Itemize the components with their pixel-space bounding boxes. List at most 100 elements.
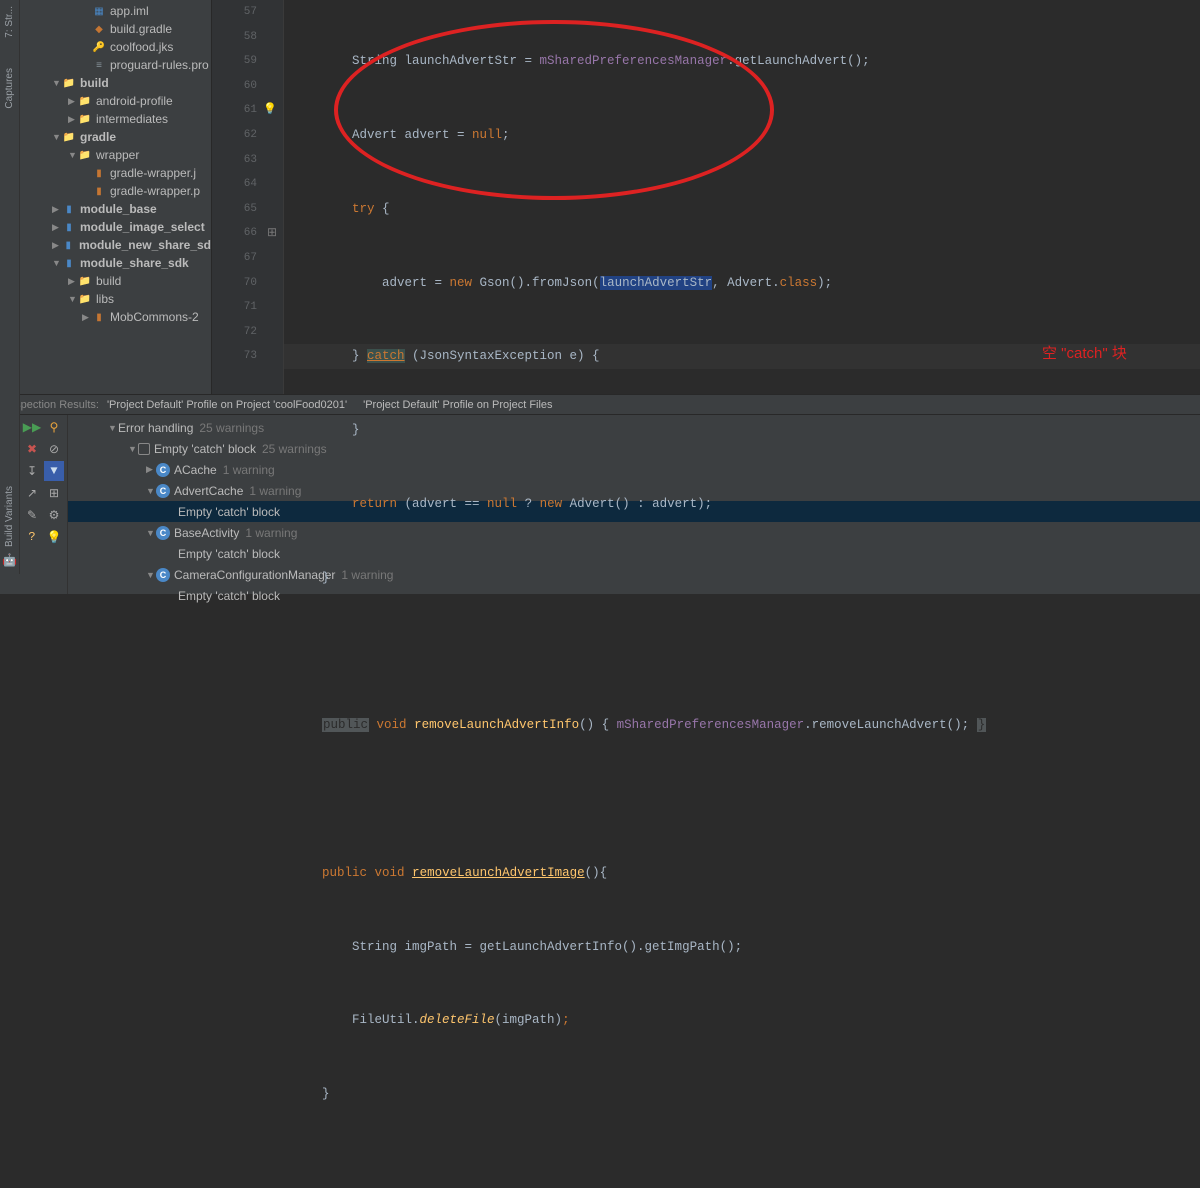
- tree-item-label: module_new_share_sd: [79, 238, 211, 252]
- tree-item[interactable]: ▶▮ module_new_share_sd: [20, 236, 211, 254]
- inspection-icon: [138, 443, 150, 455]
- quickfix-icon[interactable]: 💡: [44, 527, 64, 547]
- file-icon: ▮: [62, 256, 76, 270]
- inspection-item-label: BaseActivity: [174, 526, 239, 540]
- tree-item[interactable]: ▶📁build: [20, 272, 211, 290]
- tree-item-label: gradle-wrapper.j: [110, 166, 196, 180]
- tree-item[interactable]: ▼📁libs: [20, 290, 211, 308]
- tree-arrow-icon[interactable]: ▼: [52, 78, 62, 88]
- tool-window-structure[interactable]: 7: Str...: [4, 6, 15, 38]
- settings-icon[interactable]: ⚙: [44, 505, 64, 525]
- line-number[interactable]: 59: [212, 49, 283, 74]
- tree-item[interactable]: ▶▮module_image_select: [20, 218, 211, 236]
- inspection-toolbar: ▶▶⚲✖⊘↧▼↗⊞✎⚙?💡: [20, 415, 68, 594]
- line-number[interactable]: 71: [212, 295, 283, 320]
- tree-arrow-icon[interactable]: ▼: [52, 132, 62, 142]
- tree-item[interactable]: ▶▮ module_base: [20, 200, 211, 218]
- tree-item[interactable]: ≡proguard-rules.pro: [20, 56, 211, 74]
- tree-item[interactable]: ▼▮ module_share_sdk: [20, 254, 211, 272]
- bulb-icon[interactable]: ⚲: [44, 417, 64, 437]
- tree-arrow-icon[interactable]: ▼: [68, 150, 78, 160]
- file-icon: ▮: [62, 238, 75, 252]
- class-icon: C: [156, 568, 170, 582]
- left-bottom-stripe: Build Variants 🤖: [0, 394, 20, 574]
- tree-arrow-icon[interactable]: ▶: [68, 276, 78, 287]
- class-icon: C: [156, 526, 170, 540]
- tree-item[interactable]: ◆build.gradle: [20, 20, 211, 38]
- inspection-item-label: AdvertCache: [174, 484, 243, 498]
- suppress-icon[interactable]: ⊘: [44, 439, 64, 459]
- tree-item[interactable]: ▶▮MobCommons-2: [20, 308, 211, 326]
- tree-item-label: wrapper: [96, 148, 139, 162]
- file-icon: ▮: [92, 184, 106, 198]
- line-number[interactable]: 73: [212, 344, 283, 369]
- tree-arrow-icon[interactable]: ▼: [68, 294, 78, 304]
- inspection-item-label: Empty 'catch' block: [178, 589, 280, 603]
- code-area[interactable]: String launchAdvertStr = mSharedPreferen…: [284, 0, 1200, 394]
- line-number[interactable]: 70: [212, 271, 283, 296]
- tree-arrow-icon[interactable]: ▶: [82, 312, 92, 323]
- tree-arrow-icon[interactable]: ▶: [52, 204, 62, 215]
- tree-item-label: intermediates: [96, 112, 168, 126]
- warning-count: 25 warnings: [199, 421, 264, 435]
- tree-arrow-icon[interactable]: ▶: [68, 114, 78, 125]
- line-number[interactable]: 72: [212, 320, 283, 345]
- project-tree[interactable]: ▦app.iml◆build.gradle🔑coolfood.jks≡progu…: [20, 0, 212, 394]
- tree-item[interactable]: ▮gradle-wrapper.j: [20, 164, 211, 182]
- tree-item[interactable]: ▶📁android-profile: [20, 92, 211, 110]
- help-icon[interactable]: ?: [22, 527, 42, 547]
- line-number[interactable]: 60: [212, 74, 283, 99]
- android-icon[interactable]: 🤖: [2, 553, 17, 568]
- close-icon[interactable]: ✖: [22, 439, 42, 459]
- line-number[interactable]: [212, 369, 283, 394]
- tree-item-label: module_image_select: [80, 220, 205, 234]
- file-icon: ▮: [62, 202, 76, 216]
- line-number[interactable]: 58: [212, 25, 283, 50]
- tree-arrow-icon[interactable]: ▶: [68, 96, 78, 107]
- line-number[interactable]: 61: [212, 98, 283, 123]
- tree-item[interactable]: ▮gradle-wrapper.p: [20, 182, 211, 200]
- line-number[interactable]: 63: [212, 148, 283, 173]
- group-icon[interactable]: ⊞: [44, 483, 64, 503]
- tree-item-label: module_base: [80, 202, 157, 216]
- line-number[interactable]: 64: [212, 172, 283, 197]
- expand-icon[interactable]: ↧: [22, 461, 42, 481]
- export-icon[interactable]: ↗: [22, 483, 42, 503]
- line-number[interactable]: 65: [212, 197, 283, 222]
- edit-icon[interactable]: ✎: [22, 505, 42, 525]
- line-number[interactable]: 57: [212, 0, 283, 25]
- editor[interactable]: 575859606162636465666770717273 String la…: [212, 0, 1200, 394]
- filter-icon[interactable]: ▼: [44, 461, 64, 481]
- tree-item-label: module_share_sdk: [80, 256, 189, 270]
- tree-arrow-icon[interactable]: ▼: [128, 444, 138, 454]
- tree-item[interactable]: 🔑coolfood.jks: [20, 38, 211, 56]
- left-tool-stripe: 7: Str... Captures: [0, 0, 20, 394]
- tool-window-build-variants[interactable]: Build Variants: [4, 486, 15, 547]
- tool-window-captures[interactable]: Captures: [4, 68, 15, 109]
- tree-arrow-icon[interactable]: ▶: [146, 464, 156, 475]
- tree-arrow-icon[interactable]: ▼: [146, 486, 156, 496]
- inspection-item-label: Empty 'catch' block: [154, 442, 256, 456]
- rerun-icon[interactable]: ▶▶: [22, 417, 42, 437]
- tree-item[interactable]: ▼📁build: [20, 74, 211, 92]
- tree-item[interactable]: ▼📁gradle: [20, 128, 211, 146]
- tree-arrow-icon[interactable]: ▼: [52, 258, 62, 268]
- tree-item-label: proguard-rules.pro: [110, 58, 209, 72]
- file-icon: ◆: [92, 22, 106, 36]
- tree-arrow-icon[interactable]: ▼: [146, 570, 156, 580]
- inspection-item-label: Empty 'catch' block: [178, 547, 280, 561]
- file-icon: 📁: [62, 76, 76, 90]
- line-number[interactable]: 67: [212, 246, 283, 271]
- tree-item[interactable]: ▼📁wrapper: [20, 146, 211, 164]
- class-icon: C: [156, 463, 170, 477]
- tree-item[interactable]: ▶📁intermediates: [20, 110, 211, 128]
- line-number[interactable]: 62: [212, 123, 283, 148]
- tree-arrow-icon[interactable]: ▼: [108, 423, 118, 433]
- tree-item[interactable]: ▦app.iml: [20, 2, 211, 20]
- file-icon: ▮: [92, 310, 106, 324]
- tree-arrow-icon[interactable]: ▶: [52, 240, 62, 251]
- tree-arrow-icon[interactable]: ▶: [52, 222, 62, 233]
- line-number[interactable]: 66: [212, 221, 283, 246]
- tree-arrow-icon[interactable]: ▼: [146, 528, 156, 538]
- file-icon: 🔑: [92, 40, 106, 54]
